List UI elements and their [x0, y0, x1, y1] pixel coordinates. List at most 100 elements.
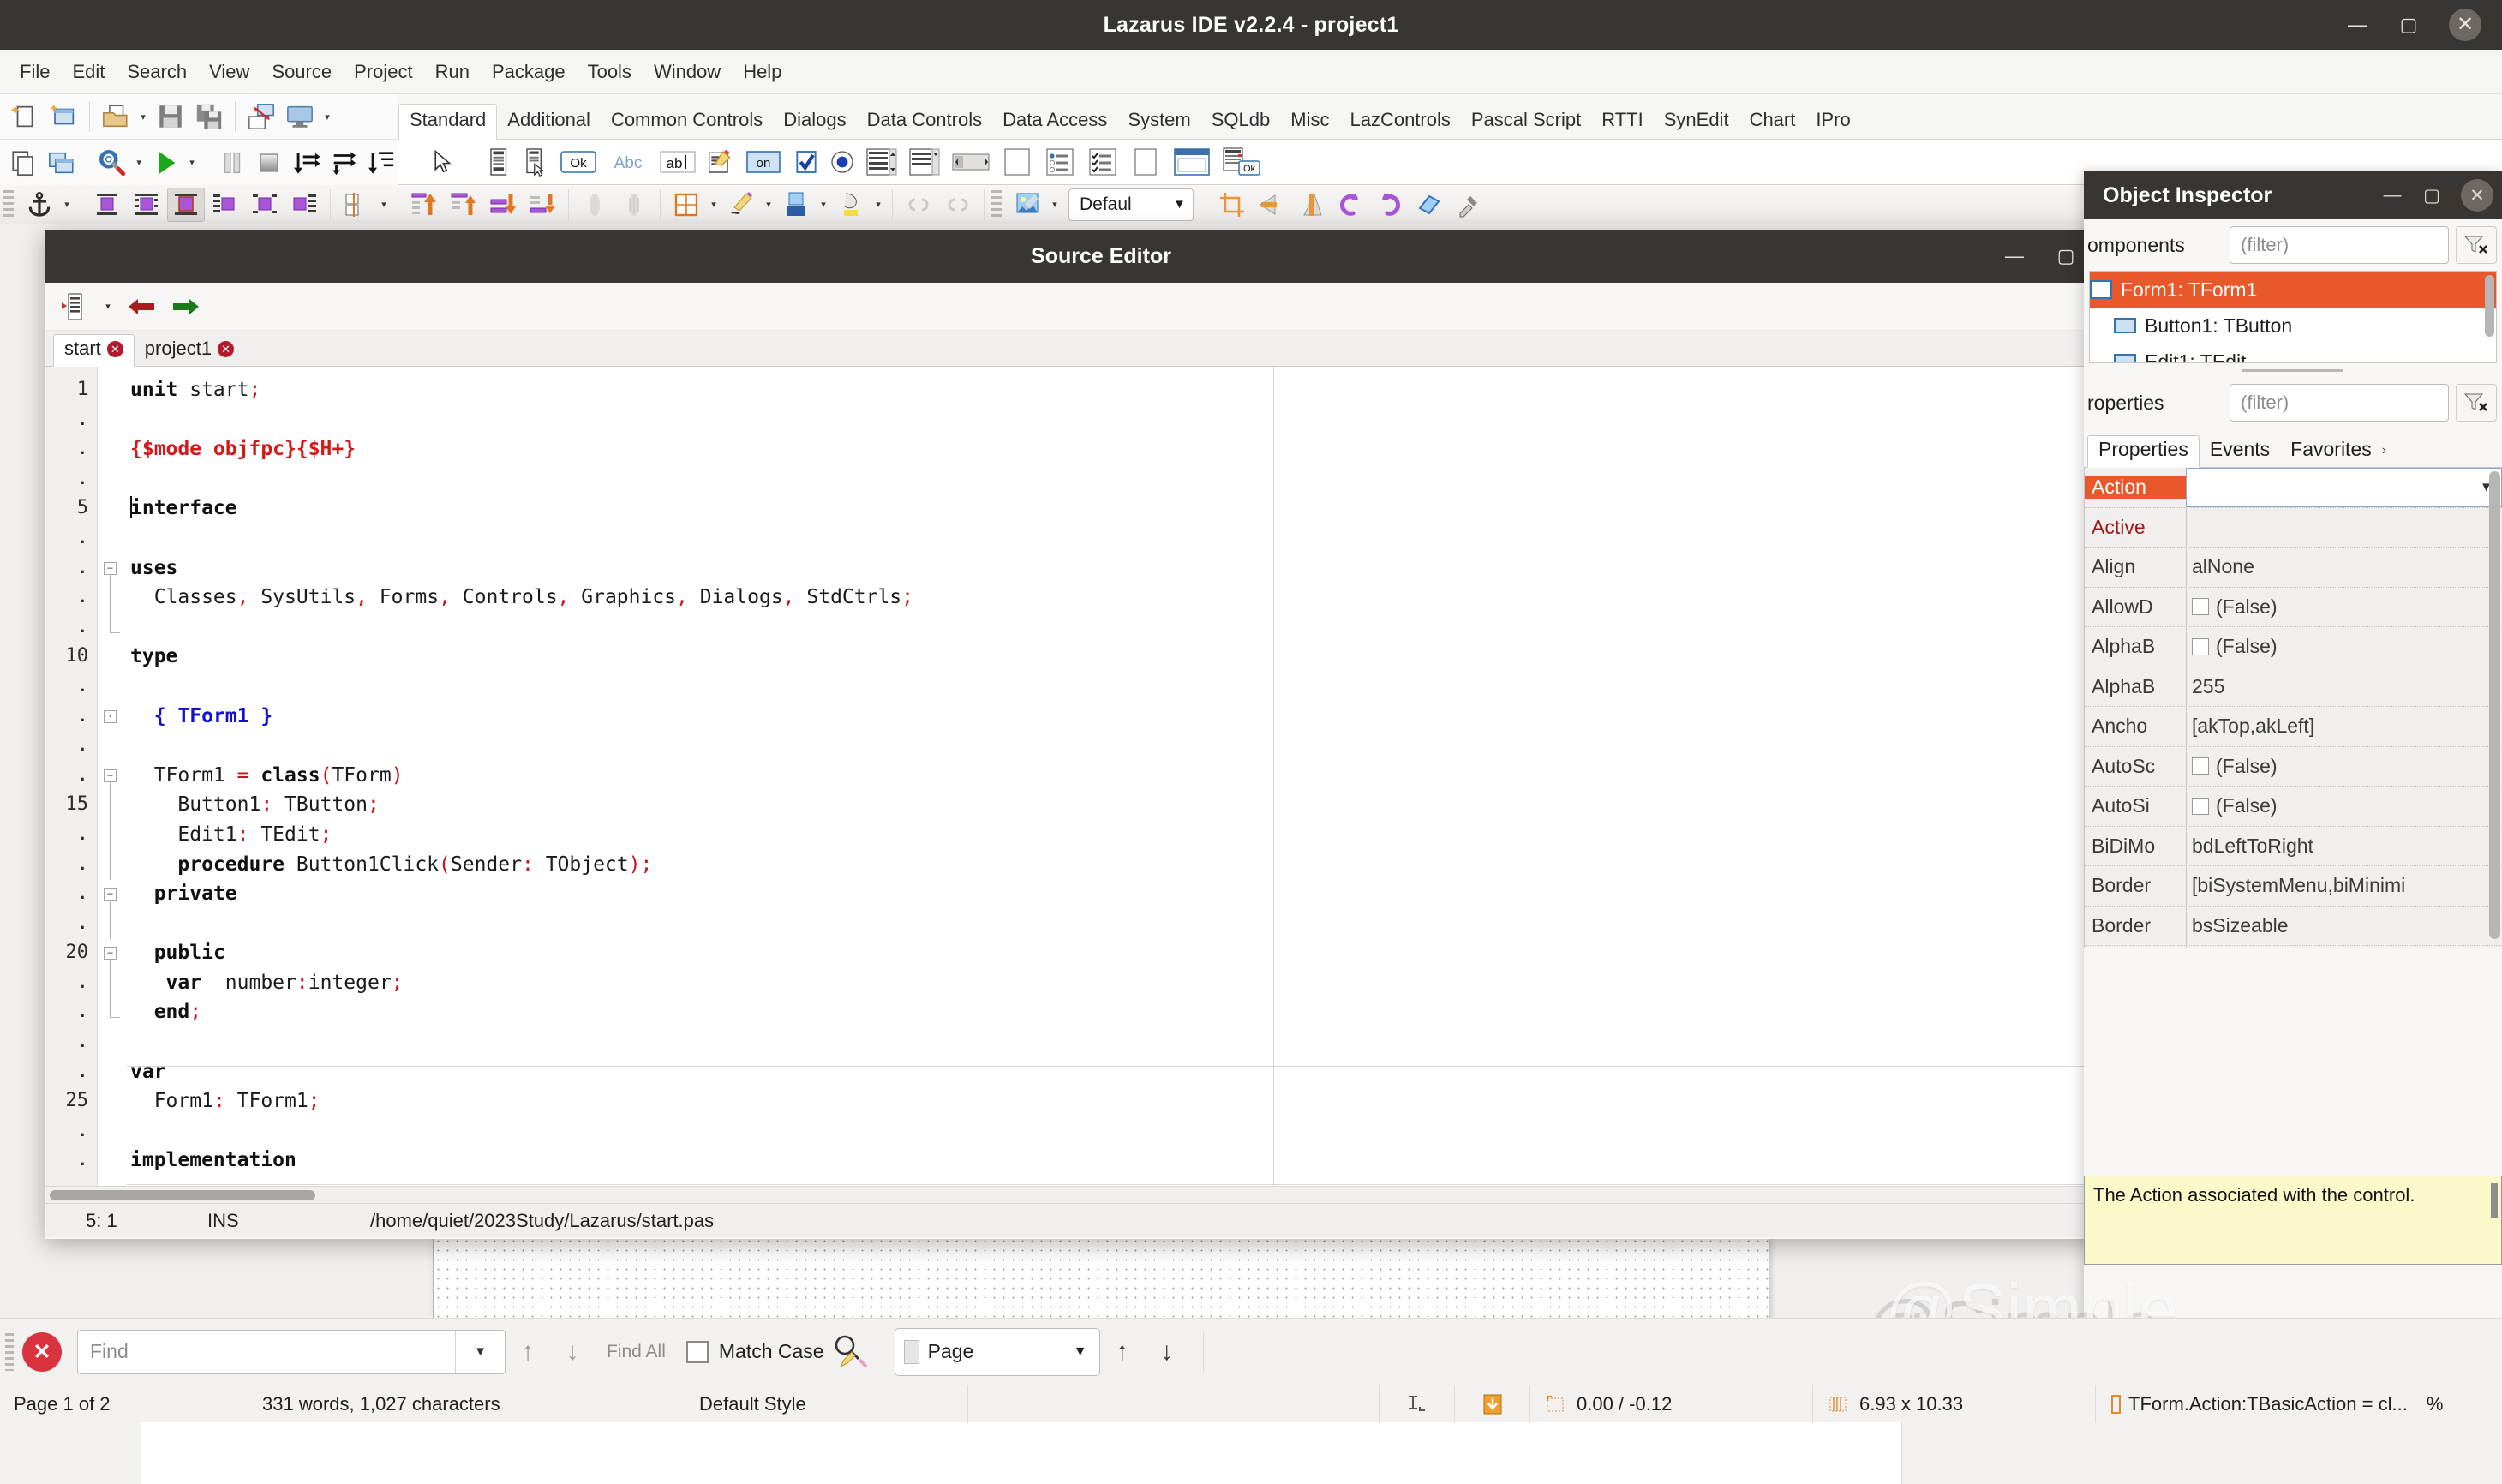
menu-run[interactable]: Run: [424, 57, 481, 87]
fold-marker[interactable]: −: [98, 761, 127, 792]
fold-marker[interactable]: ·: [98, 702, 127, 732]
component-tree-item-edit1[interactable]: Edit1: TEdit: [2090, 344, 2496, 362]
new-file-icon[interactable]: [7, 145, 41, 181]
component-tree-item-button1[interactable]: Button1: TButton: [2090, 308, 2496, 344]
form-designer-surface[interactable]: [433, 1236, 1769, 1330]
property-checkbox[interactable]: [2192, 598, 2209, 616]
menu-file[interactable]: File: [9, 57, 61, 87]
pointer-icon[interactable]: [405, 143, 481, 181]
build-dropdown-icon[interactable]: ▾: [132, 157, 145, 168]
save-all-icon[interactable]: [191, 99, 227, 135]
code-line[interactable]: end;: [127, 997, 2158, 1027]
tab-order-icon[interactable]: [667, 188, 705, 222]
pause-icon[interactable]: [215, 145, 249, 181]
fold-marker[interactable]: [98, 1146, 127, 1176]
code-line[interactable]: [127, 1116, 2158, 1146]
code-line[interactable]: {$mode objfpc}{$H+}: [127, 434, 2158, 464]
new-unit-icon[interactable]: [7, 99, 43, 135]
properties-scrollbar[interactable]: [2489, 471, 2500, 939]
find-close-button[interactable]: ✕: [22, 1331, 62, 1372]
tgroupbox-icon[interactable]: [997, 143, 1038, 181]
move-down-icon[interactable]: [484, 188, 522, 222]
picture-icon[interactable]: [1009, 188, 1046, 222]
palette-tab-dialogs[interactable]: Dialogs: [773, 105, 856, 139]
fold-marker[interactable]: [98, 494, 127, 524]
find-input[interactable]: Find ▼: [77, 1329, 506, 1374]
toolbar-grip-2[interactable]: [991, 189, 1002, 219]
insert-mode[interactable]: INS: [207, 1210, 370, 1232]
order-dropdown-icon[interactable]: ▾: [377, 199, 391, 210]
properties-grid[interactable]: Action ▼ Active Align alNone AllowD (False) Alp…: [2084, 468, 2502, 948]
code-line[interactable]: var number:integer;: [127, 968, 2158, 998]
menu-view[interactable]: View: [198, 57, 260, 87]
align-left-icon[interactable]: [207, 188, 244, 222]
property-value[interactable]: [akTop,akLeft]: [2186, 707, 2502, 746]
palette-tab-misc[interactable]: Misc: [1280, 105, 1339, 139]
code-horizontal-scrollbar[interactable]: [45, 1186, 2158, 1203]
code-line[interactable]: TForm1 = class(TForm): [127, 761, 2158, 791]
fold-marker[interactable]: [98, 524, 127, 554]
menu-window[interactable]: Window: [643, 57, 732, 87]
property-value[interactable]: alNone: [2186, 548, 2502, 587]
flip-h-icon[interactable]: [1253, 188, 1290, 222]
fold-marker[interactable]: [98, 583, 127, 613]
flip-v-icon[interactable]: [1292, 188, 1330, 222]
tcheckgroup-icon[interactable]: [1082, 143, 1123, 181]
code-line[interactable]: [127, 731, 2158, 761]
back-arrow-icon[interactable]: [123, 289, 159, 325]
object-inspector-close-button[interactable]: ✕: [2461, 179, 2493, 212]
tmainmenu-icon[interactable]: [482, 143, 517, 181]
brush-icon[interactable]: [777, 188, 815, 222]
components-tree-scrollbar[interactable]: [2485, 275, 2494, 337]
code-line[interactable]: Classes, SysUtils, Forms, Controls, Grap…: [127, 583, 2158, 613]
fold-marker[interactable]: [98, 908, 127, 940]
components-clear-filter-icon[interactable]: [2456, 226, 2497, 264]
tlistbox-icon[interactable]: [861, 143, 902, 181]
fold-marker[interactable]: [98, 642, 127, 672]
find-replace-icon[interactable]: [824, 1330, 877, 1374]
find-prev-button[interactable]: ↑: [506, 1330, 550, 1374]
jump-dropdown-icon[interactable]: ▾: [101, 301, 115, 312]
tab-favorites[interactable]: Favorites: [2280, 436, 2382, 467]
source-editor-minimize-button[interactable]: —: [2003, 245, 2026, 267]
fold-marker[interactable]: [98, 434, 127, 464]
tscrollbar-icon[interactable]: [947, 143, 995, 181]
code-line[interactable]: Edit1: TEdit;: [127, 820, 2158, 850]
scroll-h-icon[interactable]: [615, 188, 653, 222]
picture-dropdown-icon[interactable]: ▾: [1048, 199, 1062, 210]
step-into-icon[interactable]: [290, 145, 324, 181]
jump-list-icon[interactable]: [57, 289, 93, 325]
order-front-icon[interactable]: [338, 188, 375, 222]
property-row[interactable]: AutoSc (False): [2085, 746, 2502, 787]
palette-tab-data-access[interactable]: Data Access: [992, 105, 1117, 139]
open-icon[interactable]: [98, 99, 134, 135]
align-right-icon[interactable]: [285, 188, 323, 222]
property-value[interactable]: bsSizeable: [2186, 906, 2502, 945]
tcheckbox-icon[interactable]: [789, 143, 823, 181]
property-row[interactable]: BiDiMo bdLeftToRight: [2085, 826, 2502, 866]
components-tree[interactable]: Form1: TForm1 Button1: TButton Edit1: TE…: [2089, 271, 2497, 363]
overwrite-icon[interactable]: [1455, 1385, 1530, 1423]
palette-tab-system[interactable]: System: [1117, 105, 1200, 139]
tmemo-icon[interactable]: [703, 143, 738, 181]
rotate-cw-icon[interactable]: [1371, 188, 1409, 222]
code-line[interactable]: var: [127, 1057, 2158, 1087]
property-checkbox[interactable]: [2192, 757, 2209, 775]
palette-tab-chart[interactable]: Chart: [1739, 105, 1806, 139]
code-line[interactable]: procedure Button1Click(Sender: TObject);: [127, 850, 2158, 880]
crop-icon[interactable]: [1213, 188, 1251, 222]
object-inspector-maximize-button[interactable]: ▢: [2421, 185, 2442, 206]
code-line[interactable]: uses: [127, 554, 2158, 583]
fold-marker[interactable]: [98, 997, 127, 1027]
find-next-button[interactable]: ↓: [550, 1330, 595, 1374]
close-button[interactable]: ✕: [2449, 9, 2481, 41]
fold-marker[interactable]: −: [98, 879, 127, 910]
code-line[interactable]: Button1: TButton;: [127, 790, 2158, 820]
palette-tab-standard[interactable]: Standard: [398, 104, 498, 140]
property-row[interactable]: Ancho [akTop,akLeft]: [2085, 707, 2502, 747]
fold-marker[interactable]: −: [98, 554, 127, 584]
anchor-dropdown-icon[interactable]: ▾: [60, 199, 74, 210]
pen-icon[interactable]: [722, 188, 760, 222]
source-tab-start[interactable]: start ✕: [53, 334, 135, 367]
property-value[interactable]: ▼: [2186, 468, 2502, 507]
